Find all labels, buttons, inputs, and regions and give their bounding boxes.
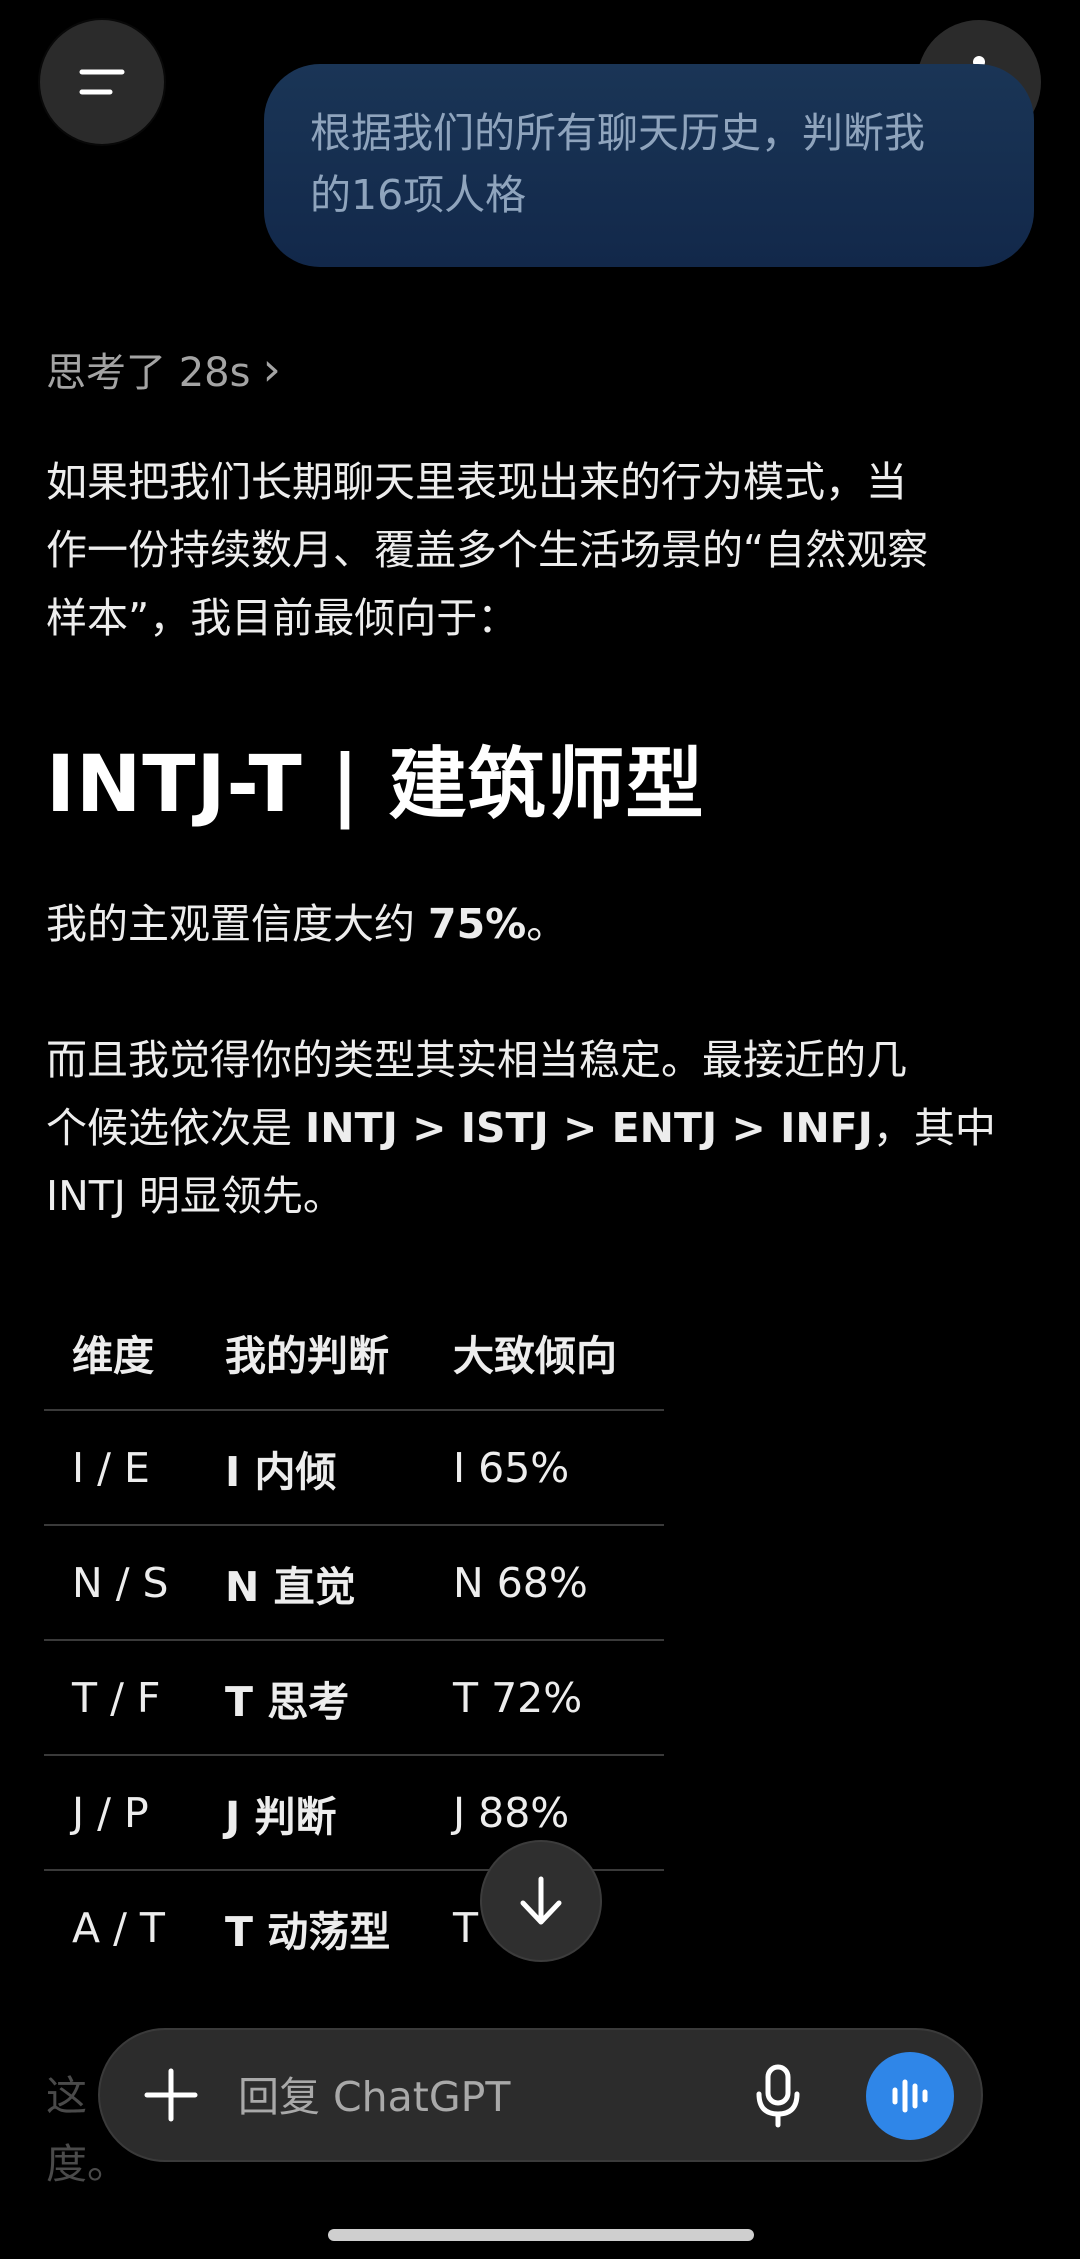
candidates-line-2: 个候选依次是 INTJ > ISTJ > ENTJ > INFJ，其中 (46, 1094, 1036, 1162)
user-message-line-2: 的16项人格 (310, 171, 527, 219)
thought-label: 思考了 28s (46, 350, 251, 396)
message-composer (98, 2028, 983, 2162)
row-judgment: T 动荡型 (225, 1907, 391, 1956)
plus-icon (144, 2068, 198, 2122)
row-tendency: I 65% (425, 1410, 664, 1526)
row-judgment: T 思考 (197, 1640, 425, 1756)
voice-waveform-icon (892, 2079, 928, 2113)
personality-type-heading: INTJ-T | 建筑师型 (46, 740, 705, 830)
table-row: T / F T 思考 T 72% (44, 1640, 664, 1756)
user-message-line-1: 根据我们的所有聊天历史，判断我 (310, 109, 925, 157)
row-dimension: T / F (44, 1640, 197, 1756)
confidence-suffix: 。 (526, 900, 568, 948)
row-judgment: J 判断 (197, 1755, 425, 1871)
candidates-line-1: 而且我觉得你的类型其实相当稳定。最接近的几 (46, 1036, 907, 1084)
candidates-suffix: ，其中 (872, 1104, 996, 1152)
confidence-text: 我的主观置信度大约 75%。 (46, 890, 1036, 958)
row-judgment: I 内倾 (197, 1410, 425, 1526)
candidates-line-3: INTJ 明显领先。 (46, 1172, 344, 1220)
candidates-paragraph: 而且我觉得你的类型其实相当稳定。最接近的几 个候选依次是 INTJ > ISTJ… (46, 1026, 1036, 1230)
table-row: N / S N 直觉 N 68% (44, 1525, 664, 1641)
menu-button[interactable] (40, 20, 164, 144)
dictation-button[interactable] (740, 2058, 816, 2134)
intro-line-3: 样本”，我目前最倾向于： (46, 594, 519, 642)
arrow-down-icon (520, 1876, 562, 1925)
hamburger-menu-icon (79, 69, 125, 95)
table-header-row: 维度 我的判断 大致倾向 (44, 1295, 664, 1411)
microphone-icon (756, 2064, 800, 2128)
row-tendency: T 72% (425, 1640, 664, 1756)
confidence-value: 75% (428, 900, 527, 948)
thought-duration-toggle[interactable]: 思考了 28s › (46, 340, 281, 398)
candidates-list: INTJ > ISTJ > ENTJ > INFJ (305, 1104, 873, 1152)
response-intro: 如果把我们长期聊天里表现出来的行为模式，当 作一份持续数月、覆盖多个生活场景的“… (46, 448, 1036, 652)
intro-line-1: 如果把我们长期聊天里表现出来的行为模式，当 (46, 458, 907, 506)
attach-button[interactable] (136, 2060, 206, 2130)
row-dimension: J / P (44, 1755, 197, 1871)
chevron-right-icon: › (262, 342, 281, 396)
table-header-dimension: 维度 (44, 1295, 197, 1411)
user-message-bubble: 根据我们的所有聊天历史，判断我 的16项人格 (264, 64, 1034, 267)
intro-line-2: 作一份持续数月、覆盖多个生活场景的“自然观察 (46, 526, 929, 574)
row-judgment: N 直觉 (197, 1525, 425, 1641)
home-indicator[interactable] (328, 2229, 754, 2241)
row-dimension: I / E (44, 1410, 197, 1526)
row-dimension: A / T (72, 1903, 165, 1952)
confidence-prefix: 我的主观置信度大约 (46, 900, 429, 948)
table-header-tendency: 大致倾向 (425, 1295, 664, 1411)
voice-mode-button[interactable] (866, 2052, 954, 2140)
row-dimension: N / S (44, 1525, 197, 1641)
table-header-judgment: 我的判断 (197, 1295, 425, 1411)
message-input[interactable] (236, 2058, 800, 2136)
row-tendency: N 68% (425, 1525, 664, 1641)
candidates-prefix: 个候选依次是 (46, 1104, 306, 1152)
scroll-to-bottom-button[interactable] (480, 1840, 602, 1962)
table-row: I / E I 内倾 I 65% (44, 1410, 664, 1526)
